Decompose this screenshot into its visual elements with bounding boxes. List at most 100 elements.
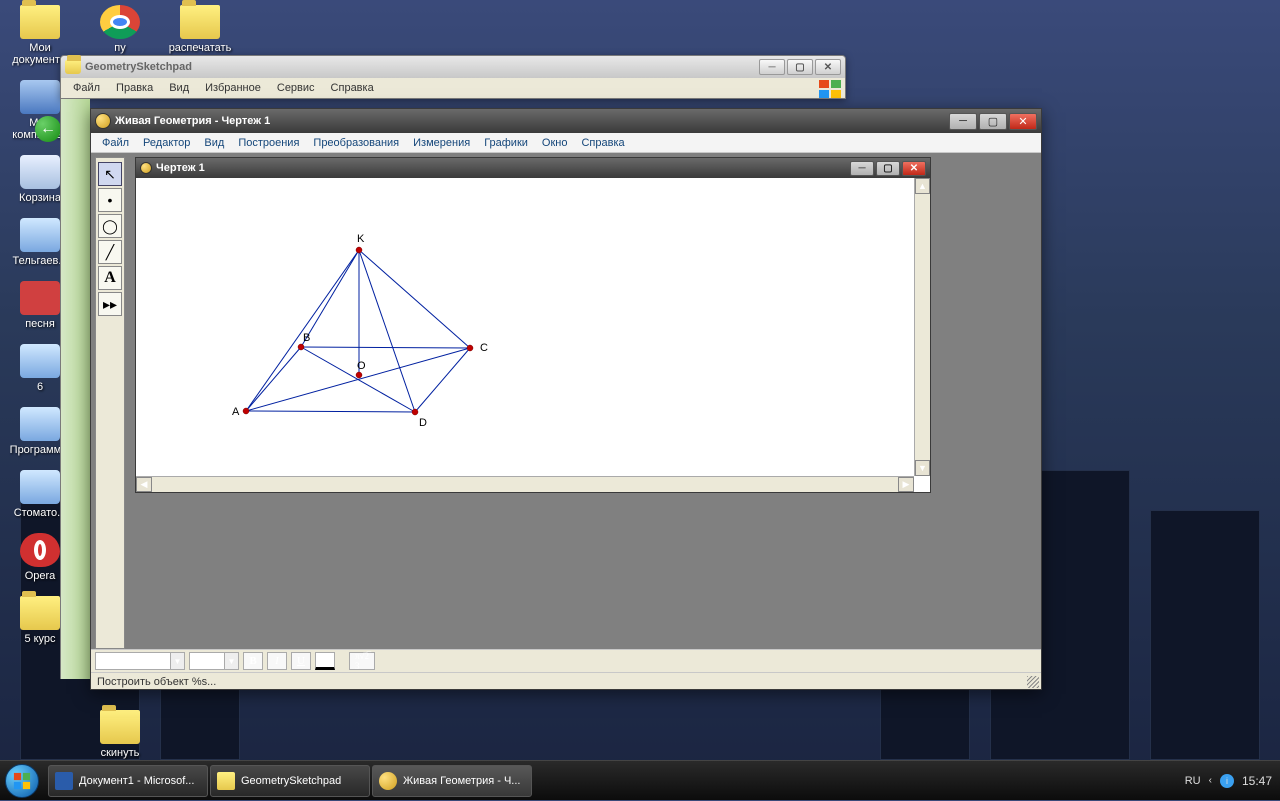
point-C[interactable] [467,345,473,351]
format-toolbar: ▼ ▼ B I U π√2̅3 [91,650,1041,672]
explorer-menu-Правка[interactable]: Правка [110,80,159,96]
app-window: Живая Геометрия - Чертеж 1 ─ ▢ ✕ ФайлРед… [90,108,1042,690]
taskbar-task[interactable]: Живая Геометрия - Ч... [372,765,532,797]
tool-custom[interactable]: ▸▸ [98,292,122,316]
explorer-close[interactable]: ✕ [815,59,841,75]
tray-chevron-icon[interactable]: ‹ [1209,775,1212,786]
geometry-canvas[interactable]: ABCDOK [136,178,914,476]
point-K[interactable] [356,247,362,253]
segment-BC[interactable] [301,347,470,348]
mycomp-icon [20,80,60,114]
segment-DA[interactable] [246,411,415,412]
taskbar-task[interactable]: Документ1 - Microsof... [48,765,208,797]
doc-minimize[interactable]: ─ [850,161,874,176]
taskbar-task[interactable]: GeometrySketchpad [210,765,370,797]
app-minimize[interactable]: ─ [949,113,977,130]
scroll-up-icon[interactable]: ▲ [915,178,930,194]
explorer-menu-Сервис[interactable]: Сервис [271,80,321,96]
desktop-icon-распечатать[interactable]: распечатать [165,5,235,54]
explorer-menu-Справка[interactable]: Справка [325,80,380,96]
font-size-combo[interactable]: ▼ [189,652,239,670]
app-menu-Построения[interactable]: Построения [231,135,306,151]
explorer-menu-Файл[interactable]: Файл [67,80,106,96]
bold-button[interactable]: B [243,652,263,670]
app-maximize[interactable]: ▢ [979,113,1007,130]
point-O[interactable] [356,372,362,378]
opera-icon [20,533,60,567]
app-menu-Графики[interactable]: Графики [477,135,535,151]
chrome-icon [100,5,140,39]
red-icon [20,281,60,315]
explorer-menu-Избранное[interactable]: Избранное [199,80,267,96]
italic-button[interactable]: I [267,652,287,670]
point-D[interactable] [412,409,418,415]
tool-arrow[interactable]: ↖ [98,162,122,186]
app-menu-Файл[interactable]: Файл [95,135,136,151]
explorer-menu-Вид[interactable]: Вид [163,80,195,96]
segment-BD[interactable] [301,347,415,412]
mdi-area: Чертеж 1 ─ ▢ ✕ ABCDOK ▲ ▼ ◀ [125,153,1041,649]
folder-icon [180,5,220,39]
generic-icon [20,344,60,378]
app-menu-Вид[interactable]: Вид [197,135,231,151]
app-menu-Измерения[interactable]: Измерения [406,135,477,151]
desktop-icon-пу[interactable]: пу [85,5,155,54]
point-A[interactable] [243,408,249,414]
explorer-maximize[interactable]: ▢ [787,59,813,75]
folder-icon [217,772,235,790]
language-indicator[interactable]: RU [1185,775,1201,787]
font-family-combo[interactable]: ▼ [95,652,185,670]
app-titlebar[interactable]: Живая Геометрия - Чертеж 1 ─ ▢ ✕ [91,109,1041,133]
point-label-B: B [303,332,310,344]
tool-text[interactable]: A [98,266,122,290]
task-label: Документ1 - Microsof... [79,775,194,787]
scroll-left-icon[interactable]: ◀ [136,477,152,492]
trash-icon [20,155,60,189]
start-button[interactable] [0,761,44,801]
document-window: Чертеж 1 ─ ▢ ✕ ABCDOK ▲ ▼ ◀ [135,157,931,493]
resize-grip-icon[interactable] [1027,676,1039,688]
document-titlebar[interactable]: Чертеж 1 ─ ▢ ✕ [136,158,930,178]
info-icon[interactable]: i [1220,774,1234,788]
doc-maximize[interactable]: ▢ [876,161,900,176]
doc-hscrollbar[interactable]: ◀ ▶ [136,476,914,492]
status-text: Построить объект %s... [97,676,216,688]
generic-icon [20,407,60,441]
folder-icon [20,596,60,630]
segment-AB[interactable] [246,347,301,411]
scroll-right-icon[interactable]: ▶ [898,477,914,492]
system-tray: RU ‹ i 15:47 [1177,774,1280,788]
segment-CD[interactable] [415,348,470,412]
point-label-A: A [232,406,240,418]
desktop-icon-скинуть[interactable]: скинуть [85,710,155,759]
explorer-minimize[interactable]: ─ [759,59,785,75]
document-title: Чертеж 1 [152,162,850,174]
word-icon [55,772,73,790]
clock[interactable]: 15:47 [1242,774,1272,788]
generic-icon [20,218,60,252]
tool-point[interactable]: • [98,188,122,212]
math-expr-button[interactable]: π√2̅3 [349,652,375,670]
underline-button[interactable]: U [291,652,311,670]
task-label: Живая Геометрия - Ч... [403,775,520,787]
color-button[interactable] [315,652,335,670]
tool-circle[interactable]: ◯ [98,214,122,238]
scroll-down-icon[interactable]: ▼ [915,460,930,476]
explorer-window: GeometrySketchpad ─ ▢ ✕ ФайлПравкаВидИзб… [60,55,846,99]
explorer-titlebar[interactable]: GeometrySketchpad ─ ▢ ✕ [61,56,845,78]
segment-KA[interactable] [246,250,359,411]
app-menu-Редактор[interactable]: Редактор [136,135,197,151]
doc-vscrollbar[interactable]: ▲ ▼ [914,178,930,476]
app-menu-Справка[interactable]: Справка [574,135,631,151]
app-menubar: ФайлРедакторВидПостроенияПреобразованияИ… [91,133,1041,153]
tool-line[interactable]: ╱ [98,240,122,264]
app-icon [95,113,111,129]
point-B[interactable] [298,344,304,350]
app-menu-Окно[interactable]: Окно [535,135,575,151]
point-label-O: O [357,360,366,372]
doc-close[interactable]: ✕ [902,161,926,176]
explorer-back-button[interactable]: ← [35,116,61,142]
app-menu-Преобразования[interactable]: Преобразования [306,135,406,151]
app-close[interactable]: ✕ [1009,113,1037,130]
desktop-icon-label: распечатать [165,42,235,54]
